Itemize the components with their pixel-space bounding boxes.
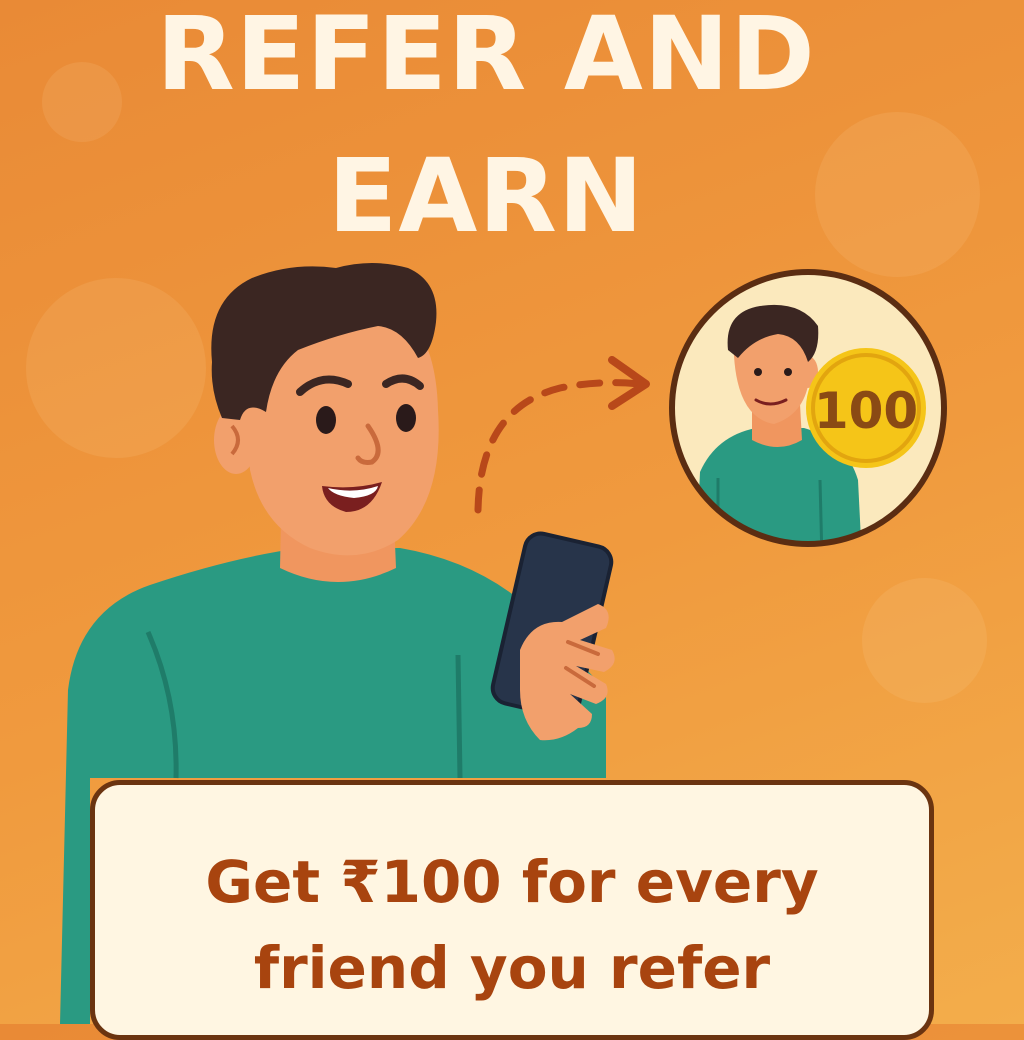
shirt-crease-right bbox=[455, 654, 463, 779]
friend-right-eye bbox=[784, 368, 792, 376]
coin-icon: 100 bbox=[806, 348, 926, 468]
message-line-2: friend you refer bbox=[253, 934, 771, 1002]
friend-left-eye bbox=[754, 368, 762, 376]
friend-avatar: 100 bbox=[669, 269, 947, 547]
coin-amount: 100 bbox=[814, 382, 918, 440]
dashed-curved-arrow-icon bbox=[474, 356, 650, 514]
message-card: Get ₹100 for every friend you refer bbox=[90, 780, 934, 1040]
man-left-eye bbox=[316, 406, 336, 434]
message-text: Get ₹100 for every friend you refer bbox=[95, 839, 929, 1011]
man-right-eye bbox=[396, 404, 416, 432]
message-line-1: Get ₹100 for every bbox=[205, 848, 819, 916]
